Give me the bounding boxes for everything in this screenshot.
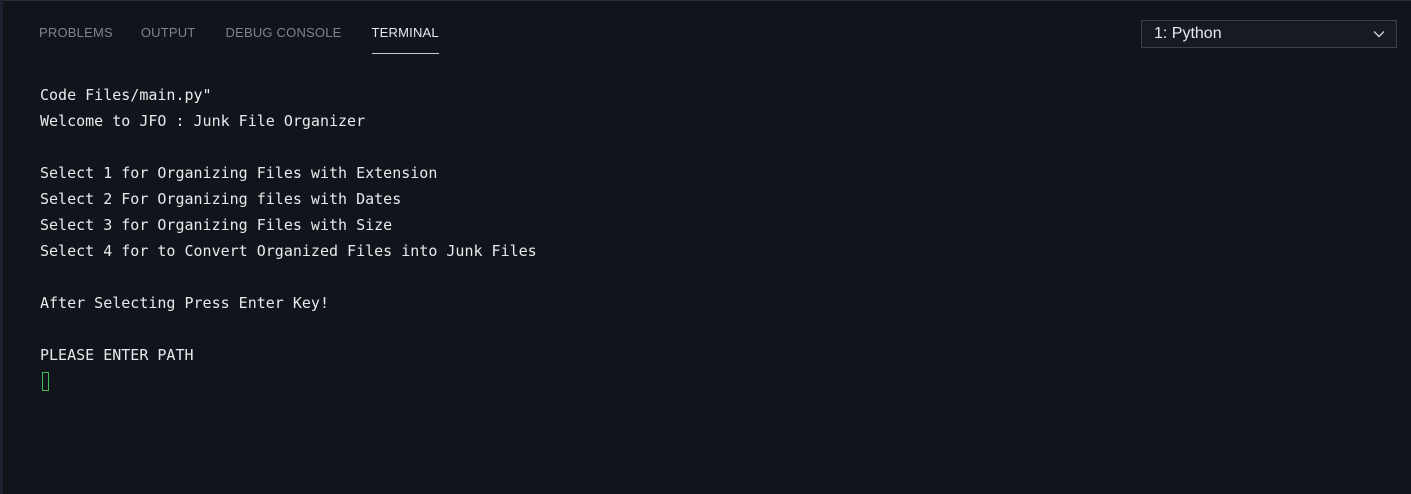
- terminal-selector-value: 1: Python: [1154, 25, 1222, 42]
- tab-problems[interactable]: PROBLEMS: [39, 25, 113, 49]
- terminal-line: After Selecting Press Enter Key!: [40, 294, 329, 312]
- tab-output[interactable]: OUTPUT: [141, 25, 196, 49]
- terminal-line: Code Files/main.py": [40, 86, 212, 104]
- tab-debug-console[interactable]: DEBUG CONSOLE: [226, 25, 342, 49]
- tab-terminal[interactable]: TERMINAL: [371, 25, 440, 54]
- terminal-selector[interactable]: 1: Python: [1141, 20, 1397, 48]
- terminal-panel: PROBLEMS OUTPUT DEBUG CONSOLE TERMINAL 1…: [3, 0, 1411, 494]
- terminal-line: PLEASE ENTER PATH: [40, 346, 194, 364]
- terminal-line: Select 3 for Organizing Files with Size: [40, 216, 393, 234]
- panel-tabs: PROBLEMS OUTPUT DEBUG CONSOLE TERMINAL: [39, 25, 467, 54]
- chevron-down-icon: [1372, 27, 1386, 41]
- terminal-cursor: [42, 372, 49, 391]
- terminal-line: Select 2 For Organizing files with Dates: [40, 190, 402, 208]
- terminal-line: Select 1 for Organizing Files with Exten…: [40, 164, 438, 182]
- terminal-line: Select 4 for to Convert Organized Files …: [40, 242, 537, 260]
- panel-top-border: [3, 0, 1411, 1]
- terminal-line: Welcome to JFO : Junk File Organizer: [40, 112, 366, 130]
- terminal-output[interactable]: Code Files/main.py" Welcome to JFO : Jun…: [40, 82, 1240, 391]
